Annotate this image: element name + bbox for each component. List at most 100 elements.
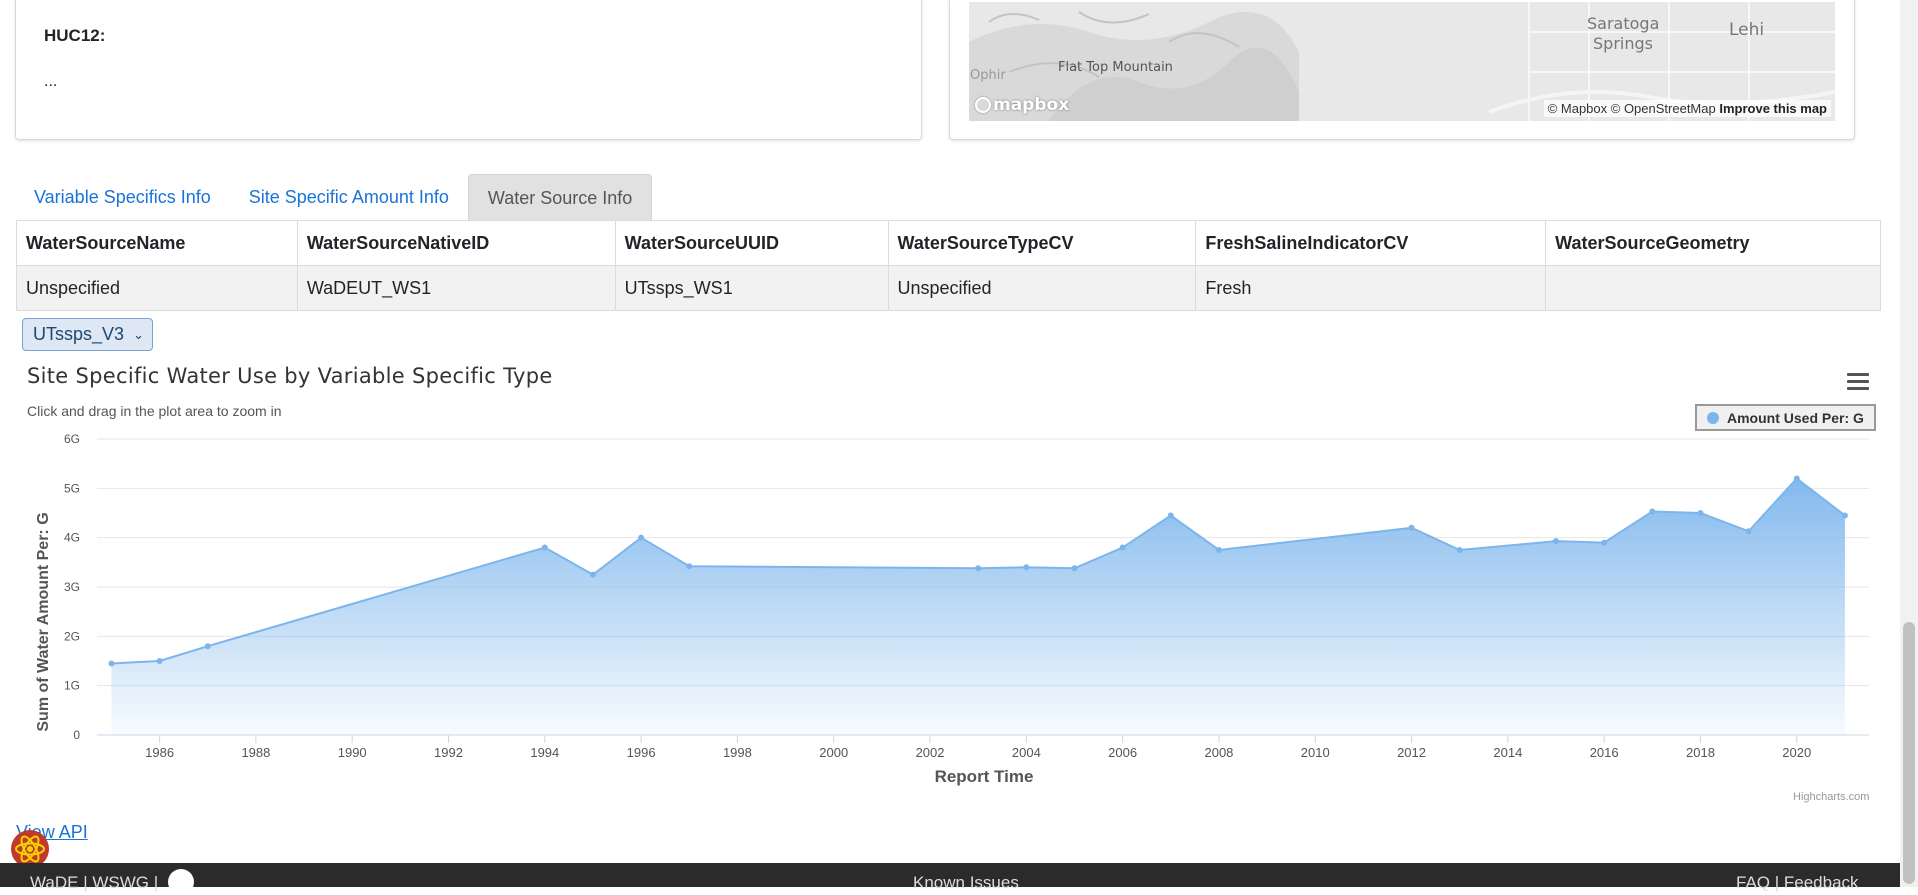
x-tick-label: 2016	[1590, 745, 1619, 760]
chart-legend-item[interactable]: Amount Used Per: G	[1695, 404, 1876, 431]
column-header: WaterSourceNativeID	[296, 220, 616, 266]
data-point[interactable]	[1697, 510, 1704, 516]
data-point[interactable]	[975, 565, 982, 572]
data-point[interactable]	[1408, 524, 1415, 531]
variable-select-value: UTssps_V3	[33, 324, 125, 344]
table-cell: Fresh	[1195, 265, 1547, 311]
y-tick-label: 0	[73, 728, 80, 742]
data-point[interactable]	[1215, 547, 1222, 553]
data-point[interactable]	[1456, 547, 1463, 553]
map-label-flat-top: Flat Top Mountain	[1058, 60, 1173, 75]
info-tabs: Variable Specifics Info Site Specific Am…	[15, 174, 653, 220]
chart-subtitle: Click and drag in the plot area to zoom …	[27, 403, 282, 419]
column-header: FreshSalineIndicatorCV	[1195, 220, 1547, 266]
column-header: WaterSourceUUID	[614, 220, 889, 266]
footer-left-links[interactable]: WaDE | WSWG |	[30, 873, 158, 893]
tab-variable-specifics[interactable]: Variable Specifics Info	[15, 174, 230, 220]
data-point[interactable]	[686, 563, 693, 570]
chart-title: Site Specific Water Use by Variable Spec…	[27, 364, 553, 388]
chart-menu-icon[interactable]	[1847, 373, 1869, 391]
faq-feedback-links[interactable]: FAQ | Feedback	[1736, 873, 1859, 893]
x-tick-label: 1998	[723, 745, 752, 760]
table-cell: Unspecified	[887, 265, 1197, 311]
data-point[interactable]	[156, 658, 163, 664]
data-point[interactable]	[1071, 565, 1078, 572]
mapbox-logo[interactable]: mapbox	[975, 95, 1069, 115]
column-header: WaterSourceGeometry	[1545, 220, 1881, 266]
data-point[interactable]	[204, 643, 211, 650]
map-label-lehi: Lehi	[1729, 20, 1765, 40]
map-label-saratoga: Saratoga	[1587, 14, 1660, 33]
data-point[interactable]	[1745, 528, 1752, 535]
tab-site-specific-amount[interactable]: Site Specific Amount Info	[230, 174, 468, 220]
known-issues-link[interactable]: Known Issues	[913, 873, 1019, 893]
mapbox-logo-text: mapbox	[993, 95, 1070, 115]
x-tick-label: 2020	[1782, 745, 1811, 760]
map-attribution-text[interactable]: © Mapbox © OpenStreetMap	[1548, 101, 1716, 116]
y-tick-label: 1G	[64, 679, 80, 693]
table-cell: UTssps_WS1	[614, 265, 889, 311]
x-tick-label: 2012	[1397, 745, 1426, 760]
legend-label: Amount Used Per: G	[1727, 409, 1864, 426]
column-header: WaterSourceTypeCV	[887, 220, 1197, 266]
table-row: Unspecified WaDEUT_WS1 UTssps_WS1 Unspec…	[16, 265, 1881, 311]
x-tick-label: 1986	[145, 745, 174, 760]
improve-map-link[interactable]: Improve this map	[1719, 101, 1827, 116]
chart-credits[interactable]: Highcharts.com	[1793, 791, 1869, 803]
x-tick-label: 2014	[1493, 745, 1522, 760]
table-header-row: WaterSourceName WaterSourceNativeID Wate…	[16, 220, 1881, 266]
x-tick-label: 2010	[1301, 745, 1330, 760]
x-tick-label: 2004	[1012, 745, 1041, 760]
x-tick-label: 2002	[916, 745, 945, 760]
y-tick-label: 6G	[64, 432, 80, 446]
x-tick-label: 1996	[627, 745, 656, 760]
y-tick-label: 5G	[64, 481, 80, 495]
map-label-springs: Springs	[1593, 34, 1653, 53]
table-cell: Unspecified	[16, 265, 298, 311]
x-tick-label: 1988	[241, 745, 270, 760]
data-point[interactable]	[1649, 508, 1656, 515]
x-tick-label: 1992	[434, 745, 463, 760]
footer: WaDE | WSWG | Known Issues FAQ | Feedbac…	[0, 863, 1900, 895]
x-tick-label: 2008	[1204, 745, 1233, 760]
data-point[interactable]	[1167, 512, 1174, 519]
github-icon[interactable]	[168, 869, 194, 895]
site-map[interactable]: Saratoga Springs Lehi Flat Top Mountain …	[969, 2, 1835, 121]
variable-select[interactable]: UTssps_V3 ⌄	[22, 318, 153, 351]
data-point[interactable]	[1119, 544, 1126, 551]
map-label-ophir: Ophir	[970, 68, 1006, 83]
legend-swatch	[1707, 411, 1719, 424]
tab-water-source[interactable]: Water Source Info	[467, 174, 653, 220]
huc-card: HUC12: ...	[15, 0, 922, 140]
huc12-value: ...	[44, 73, 58, 90]
data-point[interactable]	[1553, 538, 1560, 545]
chevron-down-icon: ⌄	[133, 327, 144, 342]
y-axis-label: Sum of Water Amount Per: G	[35, 512, 52, 731]
data-point[interactable]	[638, 534, 645, 541]
mapbox-logo-icon	[975, 97, 991, 113]
y-tick-label: 3G	[64, 580, 80, 594]
data-point[interactable]	[589, 571, 596, 578]
map-card: Saratoga Springs Lehi Flat Top Mountain …	[949, 0, 1855, 140]
data-point[interactable]	[1793, 475, 1800, 482]
y-tick-label: 2G	[64, 629, 80, 643]
series-area	[111, 478, 1845, 735]
x-tick-label: 2006	[1108, 745, 1137, 760]
table-cell: WaDEUT_WS1	[296, 265, 616, 311]
x-axis-label: Report Time	[935, 767, 1034, 786]
data-point[interactable]	[1841, 512, 1848, 519]
x-tick-label: 1994	[530, 745, 559, 760]
x-tick-label: 2000	[819, 745, 848, 760]
data-point[interactable]	[1601, 539, 1608, 546]
scrollbar-thumb[interactable]	[1903, 622, 1915, 884]
data-point[interactable]	[541, 544, 548, 551]
data-point[interactable]	[108, 660, 115, 667]
data-point[interactable]	[1023, 564, 1030, 571]
x-tick-label: 1990	[338, 745, 367, 760]
column-header: WaterSourceName	[16, 220, 298, 266]
table-cell	[1545, 265, 1881, 311]
map-attribution: © Mapbox © OpenStreetMap Improve this ma…	[1543, 100, 1831, 117]
page-scrollbar[interactable]	[1900, 0, 1918, 887]
x-tick-label: 2018	[1686, 745, 1715, 760]
water-source-table: WaterSourceName WaterSourceNativeID Wate…	[16, 220, 1881, 311]
